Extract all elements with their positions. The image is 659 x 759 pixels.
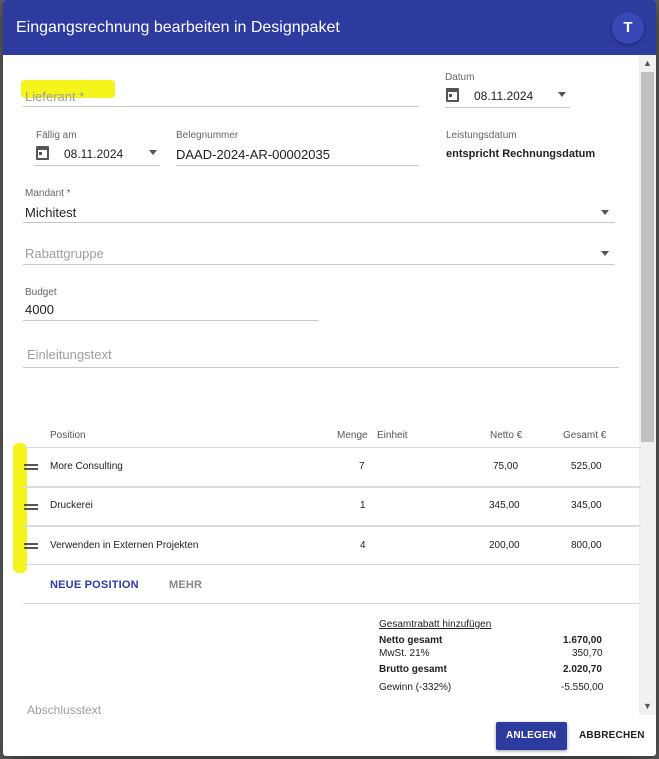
create-button[interactable]: ANLEGEN — [496, 722, 567, 750]
drag-handle-icon[interactable] — [24, 543, 38, 549]
cancel-button[interactable]: ABBRECHEN — [579, 730, 645, 741]
table-cell-gesamt: 525,00 — [571, 461, 602, 472]
section-divider — [23, 603, 641, 604]
table-cell-position[interactable]: Druckerei — [50, 500, 93, 511]
chevron-down-icon[interactable] — [601, 210, 609, 215]
brutto-total-label: Brutto gesamt — [379, 664, 447, 675]
scroll-down-icon[interactable]: ▼ — [643, 701, 652, 711]
table-divider — [23, 525, 641, 527]
budget-field[interactable]: 4000 — [25, 302, 54, 317]
rabattgruppe-select[interactable]: Rabattgruppe — [25, 246, 104, 261]
mwst-value: 350,70 — [572, 648, 603, 659]
faellig-field[interactable]: 08.11.2024 — [64, 147, 123, 161]
einleitungstext-underline — [23, 367, 619, 368]
mandant-underline — [23, 222, 615, 223]
belegnummer-underline — [176, 165, 418, 166]
dialog-title: Eingangsrechnung bearbeiten in Designpak… — [16, 19, 340, 36]
lieferant-field[interactable]: Lieferant * — [25, 89, 84, 104]
einleitungstext-field[interactable]: Einleitungstext — [27, 347, 112, 362]
chevron-down-icon[interactable] — [601, 251, 609, 256]
table-divider — [23, 486, 641, 488]
table-divider — [23, 564, 641, 565]
col-netto-header: Netto € — [490, 430, 523, 441]
chevron-down-icon[interactable] — [149, 150, 157, 155]
table-cell-position[interactable]: More Consulting — [50, 461, 123, 472]
col-position-header: Position — [50, 430, 86, 441]
budget-underline — [23, 320, 319, 321]
col-gesamt-header: Gesamt € — [563, 430, 607, 441]
table-cell-menge[interactable]: 4 — [360, 540, 366, 551]
scrollbar-thumb[interactable] — [641, 72, 654, 442]
user-avatar-button[interactable]: T — [612, 12, 644, 44]
rabattgruppe-underline — [23, 264, 615, 265]
table-cell-netto[interactable]: 200,00 — [489, 540, 520, 551]
faellig-underline — [34, 165, 160, 166]
lieferant-underline — [23, 106, 418, 107]
drag-handle-icon[interactable] — [24, 464, 38, 470]
mwst-label: MwSt. 21% — [379, 648, 430, 659]
table-cell-netto[interactable]: 75,00 — [493, 461, 518, 472]
edit-invoice-dialog: Eingangsrechnung bearbeiten in Designpak… — [3, 0, 656, 756]
abschlusstext-field[interactable]: Abschlusstext — [27, 703, 101, 717]
table-cell-position[interactable]: Verwenden in Externen Projekten — [50, 540, 198, 551]
netto-total-label: Netto gesamt — [379, 635, 443, 646]
dialog-titlebar: Eingangsrechnung bearbeiten in Designpak… — [3, 0, 656, 55]
brutto-total-value: 2.020,70 — [563, 664, 602, 675]
new-position-button[interactable]: NEUE POSITION — [50, 579, 139, 591]
leistungsdatum-label: Leistungsdatum — [446, 130, 517, 141]
table-cell-gesamt: 800,00 — [571, 540, 602, 551]
calendar-icon[interactable] — [36, 146, 49, 160]
netto-total-value: 1.670,00 — [563, 635, 602, 646]
more-button[interactable]: MEHR — [169, 579, 202, 591]
chevron-down-icon[interactable] — [558, 92, 566, 97]
create-button-label: ANLEGEN — [506, 730, 557, 741]
leistungsdatum-value: entspricht Rechnungsdatum — [446, 148, 596, 160]
table-divider — [23, 447, 641, 448]
mandant-label: Mandant * — [25, 188, 71, 199]
calendar-icon[interactable] — [446, 88, 459, 102]
drag-handle-icon[interactable] — [24, 504, 38, 510]
scroll-up-icon[interactable]: ▲ — [643, 58, 652, 68]
mandant-select[interactable]: Michitest — [25, 205, 76, 220]
col-menge-header: Menge — [337, 430, 368, 441]
belegnummer-label: Belegnummer — [176, 130, 239, 141]
profit-label: Gewinn (-332%) — [379, 682, 452, 693]
profit-value: -5.550,00 — [561, 682, 604, 693]
add-discount-link[interactable]: Gesamtrabatt hinzufügen — [379, 619, 491, 630]
budget-label: Budget — [25, 287, 57, 298]
datum-label: Datum — [445, 72, 475, 83]
datum-underline — [445, 107, 570, 108]
table-cell-menge[interactable]: 7 — [359, 461, 365, 472]
col-einheit-header: Einheit — [377, 430, 408, 441]
table-cell-gesamt: 345,00 — [571, 500, 602, 511]
table-cell-menge[interactable]: 1 — [360, 500, 366, 511]
table-cell-netto[interactable]: 345,00 — [489, 500, 520, 511]
datum-field[interactable]: 08.11.2024 — [474, 89, 533, 103]
faellig-label: Fällig am — [36, 130, 77, 141]
belegnummer-field[interactable]: DAAD-2024-AR-00002035 — [176, 147, 330, 162]
